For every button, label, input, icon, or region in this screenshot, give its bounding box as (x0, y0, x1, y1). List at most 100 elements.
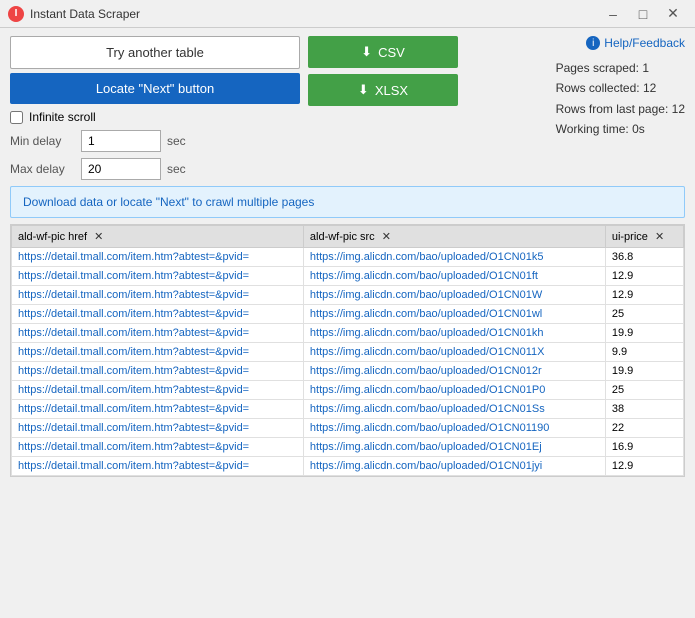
col-price-label: ui-price (612, 231, 648, 243)
table-row: https://detail.tmall.com/item.htm?abtest… (12, 362, 684, 381)
rows-collected-label: Rows collected: (556, 81, 640, 95)
table-row: https://detail.tmall.com/item.htm?abtest… (12, 286, 684, 305)
cell-price: 38 (605, 400, 683, 419)
table-row: https://detail.tmall.com/item.htm?abtest… (12, 305, 684, 324)
table-row: https://detail.tmall.com/item.htm?abtest… (12, 248, 684, 267)
infinite-scroll-label: Infinite scroll (29, 110, 96, 124)
min-delay-input[interactable] (81, 130, 161, 152)
working-time-value: 0s (632, 122, 645, 136)
cell-price: 12.9 (605, 286, 683, 305)
cell-src: https://img.alicdn.com/bao/uploaded/O1CN… (303, 381, 605, 400)
cell-src: https://img.alicdn.com/bao/uploaded/O1CN… (303, 419, 605, 438)
rows-last-value: 12 (672, 102, 685, 116)
try-another-table-button[interactable]: Try another table (10, 36, 300, 69)
help-feedback-label: Help/Feedback (604, 36, 685, 50)
xlsx-download-button[interactable]: ⬇ XLSX (308, 74, 458, 106)
data-table: ald-wf-pic href ✕ ald-wf-pic src ✕ ui-pr… (11, 225, 684, 476)
info-icon: i (586, 36, 600, 50)
rows-collected-value: 12 (643, 81, 656, 95)
cell-price: 25 (605, 381, 683, 400)
min-delay-unit: sec (167, 134, 186, 148)
cell-href: https://detail.tmall.com/item.htm?abtest… (12, 305, 304, 324)
table-body: https://detail.tmall.com/item.htm?abtest… (12, 248, 684, 476)
app-icon: I (8, 6, 24, 22)
min-delay-label: Min delay (10, 134, 75, 148)
app-title: Instant Data Scraper (30, 7, 140, 21)
cell-src: https://img.alicdn.com/bao/uploaded/O1CN… (303, 267, 605, 286)
col-src-close[interactable]: ✕ (382, 231, 391, 243)
table-row: https://detail.tmall.com/item.htm?abtest… (12, 324, 684, 343)
data-table-container[interactable]: ald-wf-pic href ✕ ald-wf-pic src ✕ ui-pr… (10, 224, 685, 477)
cell-href: https://detail.tmall.com/item.htm?abtest… (12, 438, 304, 457)
csv-download-button[interactable]: ⬇ CSV (308, 36, 458, 68)
col-href-label: ald-wf-pic href (18, 231, 87, 243)
rows-last-label: Rows from last page: (556, 102, 669, 116)
working-time-row: Working time: 0s (556, 119, 685, 139)
infinite-scroll-checkbox[interactable] (10, 111, 23, 124)
table-row: https://detail.tmall.com/item.htm?abtest… (12, 381, 684, 400)
cell-href: https://detail.tmall.com/item.htm?abtest… (12, 457, 304, 476)
cell-price: 9.9 (605, 343, 683, 362)
locate-next-button[interactable]: Locate "Next" button (10, 73, 300, 104)
cell-href: https://detail.tmall.com/item.htm?abtest… (12, 267, 304, 286)
stats-panel: i Help/Feedback Pages scraped: 1 Rows co… (556, 36, 685, 180)
cell-href: https://detail.tmall.com/item.htm?abtest… (12, 362, 304, 381)
cell-price: 22 (605, 419, 683, 438)
maximize-button[interactable]: □ (629, 3, 657, 25)
cell-src: https://img.alicdn.com/bao/uploaded/O1CN… (303, 324, 605, 343)
col-header-href: ald-wf-pic href ✕ (12, 226, 304, 248)
max-delay-input[interactable] (81, 158, 161, 180)
max-delay-unit: sec (167, 162, 186, 176)
pages-scraped-value: 1 (642, 61, 649, 75)
cell-price: 36.8 (605, 248, 683, 267)
col-price-close[interactable]: ✕ (655, 231, 664, 243)
help-feedback-link[interactable]: i Help/Feedback (556, 36, 685, 50)
xlsx-label: XLSX (375, 83, 408, 98)
cell-href: https://detail.tmall.com/item.htm?abtest… (12, 343, 304, 362)
rows-collected-row: Rows collected: 12 (556, 78, 685, 98)
cell-price: 25 (605, 305, 683, 324)
cell-href: https://detail.tmall.com/item.htm?abtest… (12, 381, 304, 400)
minimize-button[interactable]: – (599, 3, 627, 25)
table-row: https://detail.tmall.com/item.htm?abtest… (12, 457, 684, 476)
min-delay-row: Min delay sec (10, 130, 300, 152)
csv-label: CSV (378, 45, 405, 60)
table-header-row: ald-wf-pic href ✕ ald-wf-pic src ✕ ui-pr… (12, 226, 684, 248)
cell-src: https://img.alicdn.com/bao/uploaded/O1CN… (303, 286, 605, 305)
col-header-src: ald-wf-pic src ✕ (303, 226, 605, 248)
infinite-scroll-row: Infinite scroll (10, 110, 300, 124)
table-row: https://detail.tmall.com/item.htm?abtest… (12, 400, 684, 419)
cell-href: https://detail.tmall.com/item.htm?abtest… (12, 286, 304, 305)
cell-price: 12.9 (605, 457, 683, 476)
title-bar: I Instant Data Scraper – □ ✕ (0, 0, 695, 28)
col-header-price: ui-price ✕ (605, 226, 683, 248)
cell-price: 19.9 (605, 362, 683, 381)
cell-src: https://img.alicdn.com/bao/uploaded/O1CN… (303, 438, 605, 457)
cell-src: https://img.alicdn.com/bao/uploaded/O1CN… (303, 343, 605, 362)
cell-src: https://img.alicdn.com/bao/uploaded/O1CN… (303, 400, 605, 419)
cell-src: https://img.alicdn.com/bao/uploaded/O1CN… (303, 362, 605, 381)
max-delay-label: Max delay (10, 162, 75, 176)
cell-src: https://img.alicdn.com/bao/uploaded/O1CN… (303, 305, 605, 324)
col-src-label: ald-wf-pic src (310, 231, 375, 243)
table-row: https://detail.tmall.com/item.htm?abtest… (12, 419, 684, 438)
close-button[interactable]: ✕ (659, 3, 687, 25)
cell-href: https://detail.tmall.com/item.htm?abtest… (12, 400, 304, 419)
left-controls: Try another table Locate "Next" button I… (10, 36, 300, 180)
download-icon-xlsx: ⬇ (358, 82, 369, 98)
table-row: https://detail.tmall.com/item.htm?abtest… (12, 267, 684, 286)
cell-href: https://detail.tmall.com/item.htm?abtest… (12, 419, 304, 438)
cell-href: https://detail.tmall.com/item.htm?abtest… (12, 324, 304, 343)
cell-src: https://img.alicdn.com/bao/uploaded/O1CN… (303, 457, 605, 476)
working-time-label: Working time: (556, 122, 629, 136)
rows-last-page-row: Rows from last page: 12 (556, 99, 685, 119)
cell-src: https://img.alicdn.com/bao/uploaded/O1CN… (303, 248, 605, 267)
download-icon-csv: ⬇ (361, 44, 372, 60)
pages-scraped-label: Pages scraped: (556, 61, 639, 75)
download-buttons: ⬇ CSV ⬇ XLSX (308, 36, 458, 180)
stats-details: Pages scraped: 1 Rows collected: 12 Rows… (556, 58, 685, 140)
cell-price: 16.9 (605, 438, 683, 457)
cell-href: https://detail.tmall.com/item.htm?abtest… (12, 248, 304, 267)
col-href-close[interactable]: ✕ (94, 231, 103, 243)
main-content: ↓ Try another table Locate "Next" button… (0, 28, 695, 485)
